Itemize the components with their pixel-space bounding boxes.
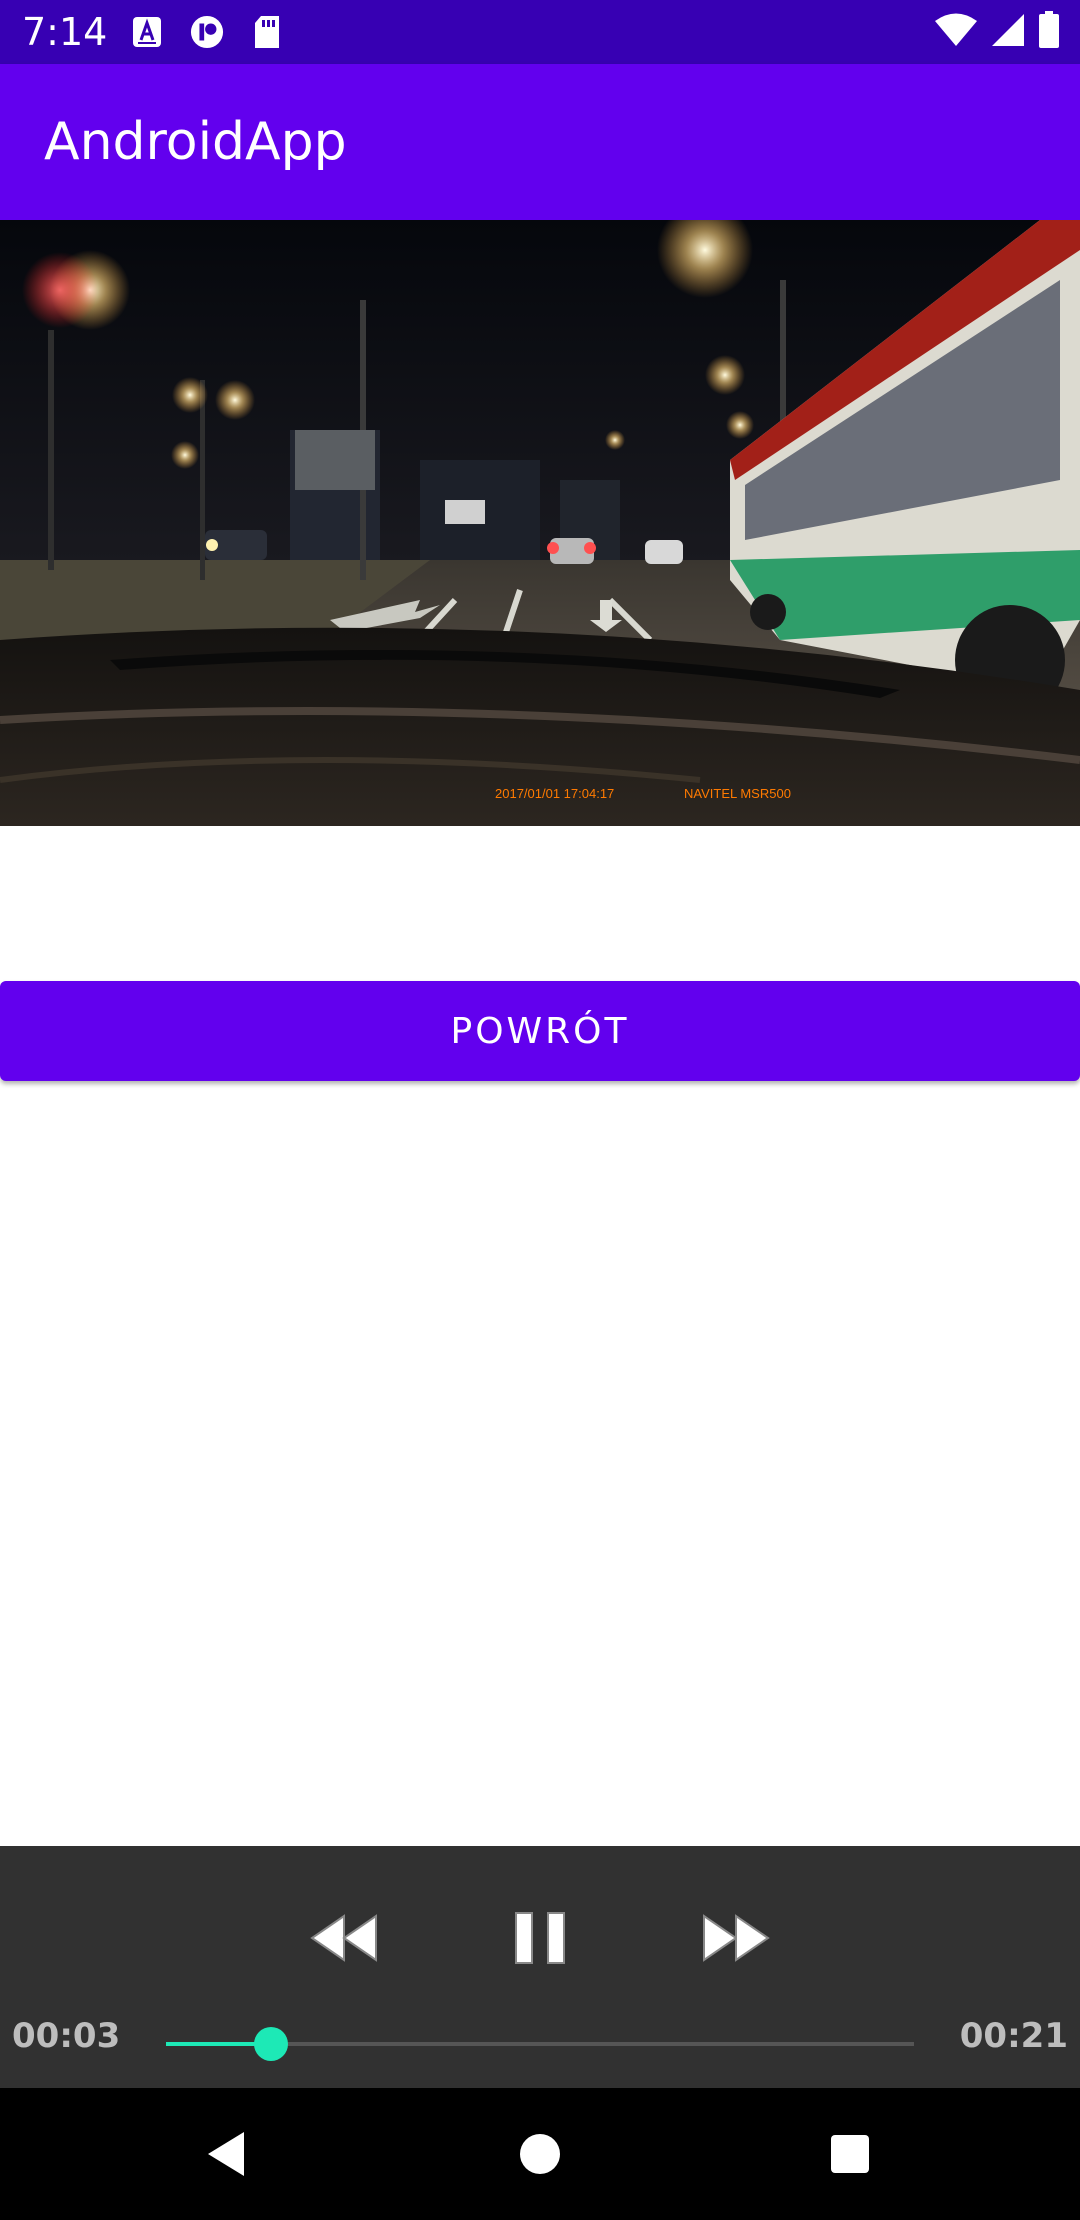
app-title: AndroidApp <box>44 112 347 172</box>
nav-home-button[interactable] <box>510 2124 570 2184</box>
back-button[interactable]: POWRÓT <box>0 981 1080 1081</box>
sd-card-icon <box>250 14 284 50</box>
dashcam-video-frame: 2017/01/01 17:04:17 NAVITEL MSR500 <box>0 220 1080 826</box>
current-time: 00:03 <box>12 2016 121 2056</box>
video-timestamp-overlay: 2017/01/01 17:04:17 <box>495 786 614 801</box>
wifi-icon <box>934 12 978 52</box>
media-controller: 00:03 00:21 <box>0 1846 1080 2088</box>
status-time: 7:14 <box>22 10 108 54</box>
video-view[interactable]: 2017/01/01 17:04:17 NAVITEL MSR500 <box>0 220 1080 826</box>
system-icons <box>934 11 1060 53</box>
signal-icon <box>990 12 1026 52</box>
fast-forward-icon <box>703 1914 770 1962</box>
nav-recents-button[interactable] <box>820 2124 880 2184</box>
navigation-bar <box>0 2088 1080 2220</box>
rewind-icon <box>310 1914 377 1962</box>
record-icon <box>190 14 224 50</box>
pause-button[interactable] <box>500 1898 580 1978</box>
seek-bar[interactable] <box>166 2027 914 2061</box>
accessibility-a-icon <box>130 14 164 50</box>
notification-icons <box>130 14 284 50</box>
video-brand-overlay: NAVITEL MSR500 <box>684 786 791 801</box>
home-circle-icon <box>520 2134 560 2174</box>
app-bar: AndroidApp <box>0 64 1080 220</box>
nav-back-button[interactable] <box>196 2124 256 2184</box>
back-triangle-icon <box>208 2132 244 2176</box>
recents-square-icon <box>831 2135 869 2173</box>
total-time: 00:21 <box>959 2016 1068 2056</box>
status-bar: 7:14 <box>0 0 1080 64</box>
pause-icon <box>515 1912 565 1964</box>
rewind-button[interactable] <box>304 1898 384 1978</box>
seek-thumb[interactable] <box>253 2027 288 2061</box>
battery-icon <box>1038 11 1060 53</box>
fast-forward-button[interactable] <box>696 1898 776 1978</box>
